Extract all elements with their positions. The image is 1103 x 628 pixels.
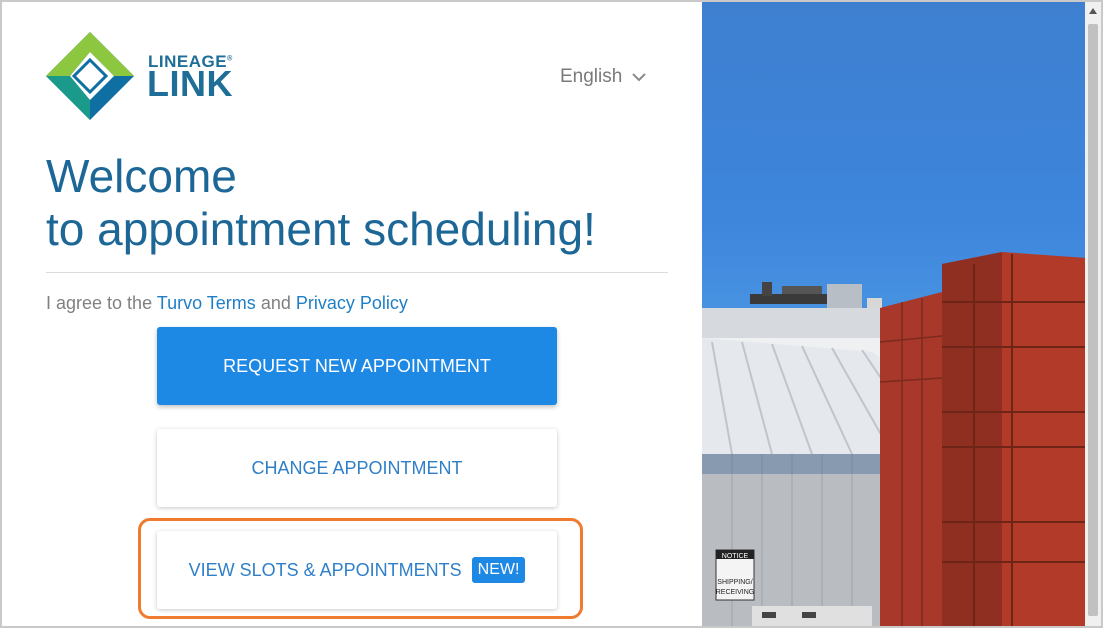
chevron-down-icon xyxy=(632,72,647,81)
turvo-terms-link[interactable]: Turvo Terms xyxy=(157,293,256,313)
request-new-appointment-button[interactable]: REQUEST NEW APPOINTMENT xyxy=(157,327,557,405)
view-slots-appointments-button[interactable]: VIEW SLOTS & APPOINTMENTS NEW! xyxy=(157,531,557,609)
view-slots-label: VIEW SLOTS & APPOINTMENTS xyxy=(188,559,462,580)
agreement-conjunction: and xyxy=(260,293,291,313)
new-badge: NEW! xyxy=(471,557,526,583)
app-window: LINEAGE® LINK English Welcome to appoint… xyxy=(0,0,1103,628)
lineage-logo-icon xyxy=(46,32,134,120)
warehouse-photo: NOTICE SHIPPING/ RECEIVING xyxy=(702,2,1087,626)
vertical-scrollbar[interactable] xyxy=(1085,2,1101,626)
welcome-heading: Welcome to appointment scheduling! xyxy=(46,150,596,256)
language-selector[interactable]: English xyxy=(560,66,647,88)
logo-text-link: LINK xyxy=(147,63,233,104)
scroll-up-arrow-icon[interactable] xyxy=(1089,8,1097,14)
sign-title: NOTICE xyxy=(722,553,749,560)
agreement-prefix: I agree to the xyxy=(46,293,153,313)
sign-text-1: SHIPPING/ xyxy=(717,579,752,586)
privacy-policy-link[interactable]: Privacy Policy xyxy=(296,293,408,313)
content-panel: LINEAGE® LINK English Welcome to appoint… xyxy=(2,2,702,626)
terms-agreement: I agree to the Turvo Terms and Privacy P… xyxy=(46,293,408,314)
language-label: English xyxy=(560,66,623,87)
scrollbar-thumb[interactable] xyxy=(1088,24,1098,616)
welcome-line-2: to appointment scheduling! xyxy=(46,203,596,255)
divider xyxy=(46,272,668,273)
warehouse-illustration: NOTICE SHIPPING/ RECEIVING xyxy=(702,252,1087,626)
sign-text-2: RECEIVING xyxy=(716,589,755,596)
change-appointment-button[interactable]: CHANGE APPOINTMENT xyxy=(157,429,557,507)
welcome-line-1: Welcome xyxy=(46,150,237,202)
lineage-link-logo: LINEAGE® LINK xyxy=(44,30,254,122)
